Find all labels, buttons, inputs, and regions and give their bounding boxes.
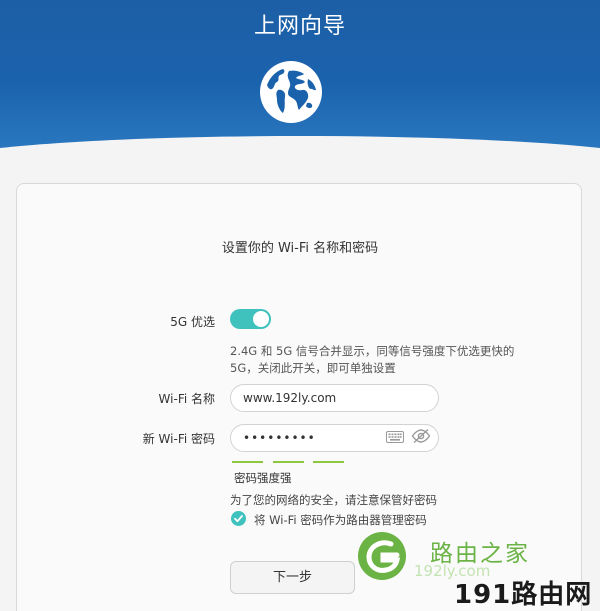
checkbox-checked-icon[interactable] [231, 511, 246, 526]
card-title: 设置你的 Wi-Fi 名称和密码 [221, 241, 379, 256]
use-as-admin-password-label[interactable]: 将 Wi-Fi 密码作为路由器管理密码 [254, 512, 427, 528]
priority-5g-description-line2: 5G，关闭此开关，即可单独设置 [230, 361, 396, 375]
keyboard-icon[interactable] [386, 431, 404, 443]
password-strength-text: 密码强度强 [234, 471, 292, 485]
strength-bar-2 [273, 461, 304, 463]
strength-bar-1 [232, 461, 263, 463]
strength-bar-3 [313, 461, 344, 463]
page-title: 上网向导 [253, 14, 346, 39]
password-strength-meter [232, 461, 352, 464]
priority-5g-description-line1: 2.4G 和 5G 信号合并显示，同等信号强度下优选更快的 [230, 344, 515, 358]
wifi-password-input[interactable]: ••••••••• [230, 424, 439, 452]
site-watermark: 路由之家 192ly.com 191路由网 [356, 530, 600, 611]
watermark-logo-icon [358, 532, 406, 580]
wifi-password-label: 新 Wi-Fi 密码 [142, 432, 215, 446]
wifi-name-input[interactable]: www.192ly.com [230, 384, 439, 412]
watermark-bottom-text: 191路由网 [454, 580, 593, 610]
priority-5g-toggle[interactable] [230, 309, 271, 329]
priority-5g-label: 5G 优选 [170, 315, 215, 329]
header-banner: 上网向导 [0, 0, 600, 150]
globe-icon [260, 61, 322, 123]
header-wave-decoration [0, 136, 600, 150]
hide-password-eye-icon[interactable] [411, 428, 431, 444]
priority-5g-description: 2.4G 和 5G 信号合并显示，同等信号强度下优选更快的 5G，关闭此开关，即… [230, 343, 550, 377]
toggle-knob [253, 311, 269, 327]
security-note: 为了您的网络的安全，请注意保管好密码 [230, 493, 437, 507]
wifi-name-label: Wi-Fi 名称 [158, 392, 215, 406]
next-step-button[interactable]: 下一步 [230, 561, 355, 594]
